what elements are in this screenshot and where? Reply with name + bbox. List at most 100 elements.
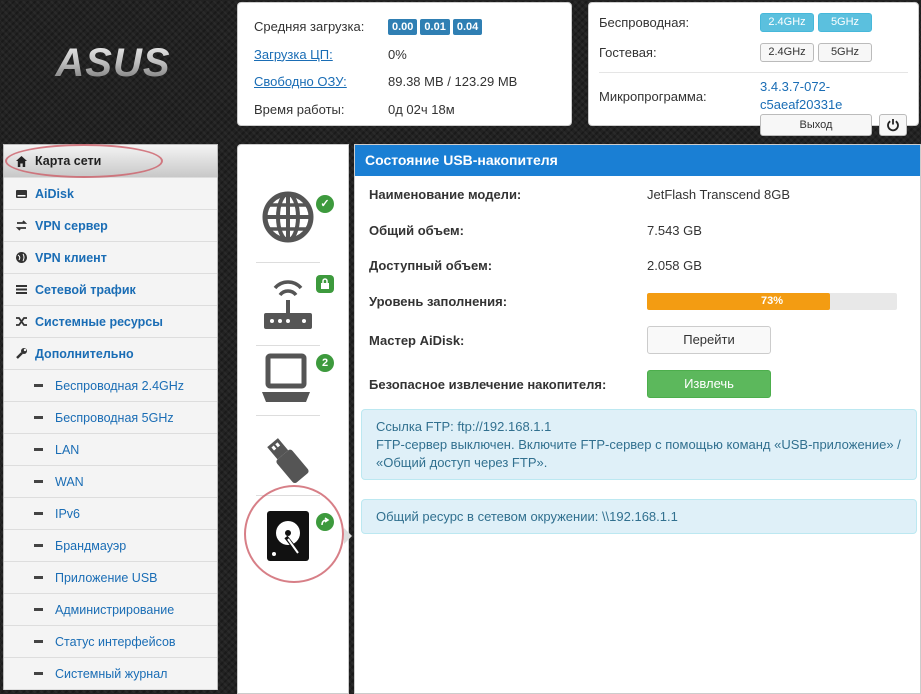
model-label: Наименование модели: [369, 187, 522, 203]
uptime-row: Время работы: 0д 02ч 18м [254, 96, 571, 124]
internet-status[interactable]: ✓ [250, 181, 334, 253]
dash-icon [34, 448, 43, 451]
logout-button[interactable]: Выход [760, 114, 872, 136]
clients-status[interactable]: 2 [250, 348, 334, 420]
usage-label: Уровень заполнения: [369, 293, 508, 309]
sidebar-sub-wireless-5[interactable]: Беспроводная 5GHz [4, 402, 217, 434]
sidebar-sub-administration[interactable]: Администрирование [4, 594, 217, 626]
firmware-line1: 3.4.3.7-072- [760, 79, 831, 94]
sidebar-sub-label: Брандмауэр [55, 538, 127, 553]
divider [256, 262, 320, 263]
traffic-icon [14, 283, 28, 297]
wireless-label: Беспроводная: [599, 14, 690, 30]
load-label: Средняя загрузка: [254, 19, 365, 35]
sidebar-sub-usb-app[interactable]: Приложение USB [4, 562, 217, 594]
globe-icon [262, 191, 314, 243]
divider [256, 415, 320, 416]
wireless-row: Беспроводная: 2.4GHz 5GHz [599, 11, 918, 33]
ram-link[interactable]: Свободно ОЗУ: [254, 74, 388, 89]
cpu-value: 0% [388, 46, 407, 62]
sidebar-item-vpn-client[interactable]: VPN клиент [4, 242, 217, 274]
sidebar-item-vpn-server[interactable]: VPN сервер [4, 210, 217, 242]
sidebar-sub-label: Системный журнал [55, 666, 168, 681]
ftp-info-box: Ссылка FTP: ftp://192.168.1.1 FTP-сервер… [361, 409, 917, 480]
clients-count-badge: 2 [316, 354, 334, 372]
sidebar-sub-lan[interactable]: LAN [4, 434, 217, 466]
sidebar-sub-wan[interactable]: WAN [4, 466, 217, 498]
sidebar-sub-interface-status[interactable]: Статус интерфейсов [4, 626, 217, 658]
globe-icon [14, 251, 28, 265]
total-value: 7.543 GB [647, 222, 702, 238]
sidebar-sub-label: LAN [55, 442, 80, 457]
highlight-circle [244, 485, 344, 583]
uptime-value: 0д 02ч 18м [388, 101, 455, 117]
system-stats-panel: Средняя загрузка: 0.00 0.01 0.04 Загрузк… [237, 2, 572, 126]
share-info-box: Общий ресурс в сетевом окружении: \\192.… [361, 499, 917, 534]
load-badge-15: 0.04 [452, 18, 483, 35]
uptime-label: Время работы: [254, 101, 345, 117]
reboot-button[interactable] [879, 114, 907, 136]
sidebar-item-traffic[interactable]: Сетевой трафик [4, 274, 217, 306]
dash-icon [34, 544, 43, 547]
shuffle-icon [14, 315, 28, 329]
free-value: 2.058 GB [647, 258, 702, 274]
network-map-icons: ✓ 2 [237, 144, 349, 694]
dash-icon [34, 640, 43, 643]
router-icon [264, 280, 312, 329]
disk-icon [14, 187, 28, 201]
ftp-link-text: Ссылка FTP: ftp://192.168.1.1 [376, 419, 552, 434]
guest-24-button[interactable]: 2.4GHz [760, 43, 814, 62]
sidebar-sub-wireless-24[interactable]: Беспроводная 2.4GHz [4, 370, 217, 402]
sidebar-item-aidisk[interactable]: AiDisk [4, 178, 217, 210]
ram-row: Свободно ОЗУ: 89.38 MB / 123.29 MB [254, 68, 571, 96]
cpu-row: Загрузка ЦП: 0% [254, 41, 571, 69]
dash-icon [34, 608, 43, 611]
sidebar-sub-label: Статус интерфейсов [55, 634, 176, 649]
load-row: Средняя загрузка: 0.00 0.01 0.04 [254, 13, 571, 41]
sidebar-sub-label: Беспроводная 2.4GHz [55, 378, 185, 393]
ram-value: 89.38 MB / 123.29 MB [388, 74, 518, 90]
total-row: Общий объем: 7.543 GB [355, 213, 920, 249]
sidebar-item-label: AiDisk [35, 186, 74, 201]
sidebar-item-system-resources[interactable]: Системные ресурсы [4, 306, 217, 338]
total-label: Общий объем: [369, 222, 464, 238]
guest-5-button[interactable]: 5GHz [818, 43, 872, 62]
sidebar-sub-label: Беспроводная 5GHz [55, 410, 174, 425]
free-label: Доступный объем: [369, 258, 493, 274]
sidebar-sub-label: Приложение USB [55, 570, 158, 585]
sidebar-item-label: Дополнительно [35, 346, 134, 361]
aidisk-go-button[interactable]: Перейти [647, 326, 771, 354]
radio-panel: Беспроводная: 2.4GHz 5GHz Гостевая: 2.4G… [588, 2, 919, 136]
eject-label: Безопасное извлечение накопителя: [369, 376, 607, 392]
wireless-24-button[interactable]: 2.4GHz [760, 12, 814, 32]
dash-icon [34, 480, 43, 483]
divider [256, 345, 320, 346]
dash-icon [34, 576, 43, 579]
ftp-status-text: FTP-сервер выключен. Включите FTP-сервер… [376, 437, 901, 470]
sidebar-sub-system-log[interactable]: Системный журнал [4, 658, 217, 690]
sidebar-sub-label: WAN [55, 474, 84, 489]
sidebar-sub-ipv6[interactable]: IPv6 [4, 498, 217, 530]
usage-progress-text: 73% [760, 294, 784, 307]
usage-row: Уровень заполнения: 73% [355, 284, 920, 320]
aidisk-row: Мастер AiDisk: Перейти [355, 319, 920, 361]
router-status[interactable] [250, 269, 334, 341]
cpu-link[interactable]: Загрузка ЦП: [254, 47, 388, 62]
wireless-5-button[interactable]: 5GHz [818, 12, 872, 32]
sidebar-item-label: Сетевой трафик [35, 282, 136, 297]
eject-button[interactable]: Извлечь [647, 370, 771, 398]
check-icon: ✓ [316, 195, 334, 213]
firmware-link[interactable]: 3.4.3.7-072- c5aeaf20331e [760, 78, 842, 114]
sidebar-sub-firewall[interactable]: Брандмауэр [4, 530, 217, 562]
firmware-label: Микропрограмма: [599, 88, 707, 104]
sidebar-item-label: Системные ресурсы [35, 314, 163, 329]
sidebar-sub-label: IPv6 [55, 506, 81, 521]
guest-label: Гостевая: [599, 45, 657, 60]
dash-icon [34, 416, 43, 419]
lock-icon [316, 275, 334, 293]
model-value: JetFlash Transcend 8GB [647, 187, 791, 203]
free-row: Доступный объем: 2.058 GB [355, 248, 920, 284]
pointer-arrow-icon [344, 528, 352, 544]
firmware-row: Микропрограмма: 3.4.3.7-072- c5aeaf20331e [599, 73, 918, 119]
sidebar-item-advanced[interactable]: Дополнительно [4, 338, 217, 370]
